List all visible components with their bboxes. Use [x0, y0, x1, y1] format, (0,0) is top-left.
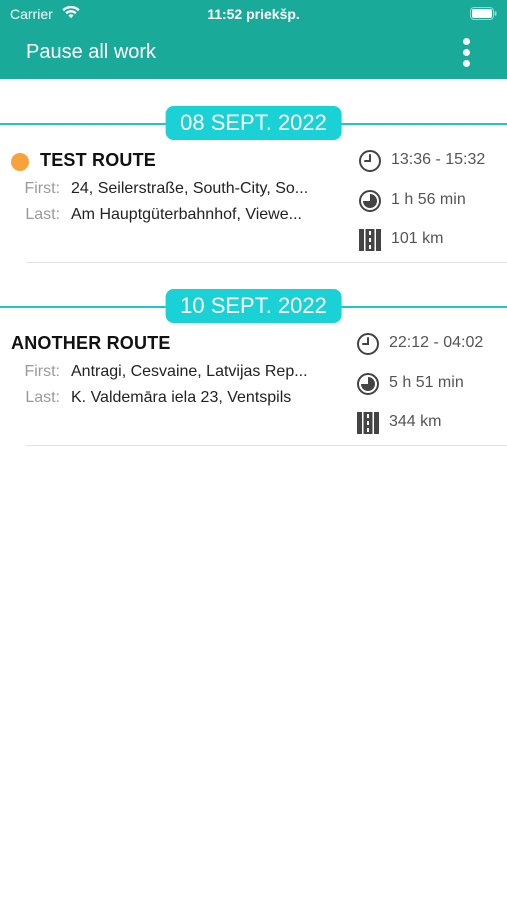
last-stop-label: Last: [25, 206, 60, 223]
distance-text: 344 km [389, 413, 442, 430]
app-header: Carrier 11:52 priekšp. Pause all work [0, 0, 507, 79]
first-stop-label: First: [24, 180, 60, 197]
duration-icon [359, 190, 381, 212]
route-card[interactable]: TEST ROUTE First: 24, Seilerstraße, South… [0, 141, 507, 263]
duration-text: 1 h 56 min [391, 191, 466, 208]
route-card[interactable]: ANOTHER ROUTE First: Antragi, Cesvaine, L… [0, 324, 507, 446]
pause-all-work-button[interactable]: Pause all work [26, 41, 156, 64]
status-time: 11:52 priekšp. [207, 6, 300, 22]
first-stop: First: 24, Seilerstraße, South-City, So..… [20, 180, 308, 198]
time-range-text: 22:12 - 04:02 [389, 334, 484, 351]
date-label: 08 SEPT. 2022 [165, 106, 342, 140]
date-section-header: 10 SEPT. 2022 [0, 289, 507, 323]
date-section-header: 08 SEPT. 2022 [0, 106, 507, 140]
last-stop-address: K. Valdemāra iela 23, Ventspils [71, 389, 292, 406]
status-bar: Carrier 11:52 priekšp. [0, 0, 507, 28]
last-stop-address: Am Hauptgüterbahnhof, Viewe... [71, 206, 302, 223]
road-icon [359, 229, 381, 251]
duration-icon [357, 373, 379, 395]
duration-text: 5 h 51 min [389, 374, 464, 391]
clock-icon [359, 150, 381, 172]
last-stop: Last: K. Valdemāra iela 23, Ventspils [20, 389, 291, 407]
row-divider [26, 445, 507, 446]
first-stop: First: Antragi, Cesvaine, Latvijas Rep... [20, 363, 308, 381]
clock-icon [357, 333, 379, 355]
distance-text: 101 km [391, 230, 444, 247]
road-icon [357, 412, 379, 434]
more-vertical-icon[interactable] [455, 38, 477, 68]
date-label: 10 SEPT. 2022 [165, 289, 342, 323]
row-divider [26, 262, 507, 263]
route-name: ANOTHER ROUTE [11, 333, 171, 353]
route-status-dot [11, 153, 29, 171]
route-name: TEST ROUTE [40, 150, 157, 170]
battery-icon [470, 7, 497, 20]
first-stop-address: 24, Seilerstraße, South-City, So... [71, 180, 309, 197]
first-stop-address: Antragi, Cesvaine, Latvijas Rep... [71, 363, 308, 380]
last-stop: Last: Am Hauptgüterbahnhof, Viewe... [20, 206, 302, 224]
time-range-text: 13:36 - 15:32 [391, 151, 486, 168]
first-stop-label: First: [24, 363, 60, 380]
nav-bar: Pause all work [0, 28, 507, 79]
last-stop-label: Last: [25, 389, 60, 406]
